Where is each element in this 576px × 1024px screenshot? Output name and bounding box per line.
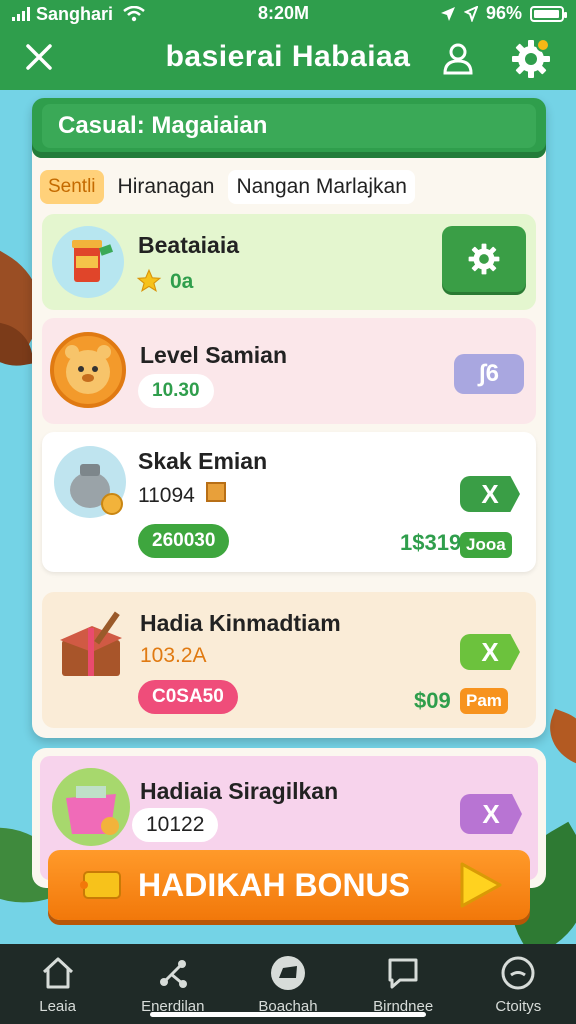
carrier-name: Sanghari [36, 3, 114, 24]
smile-icon [501, 956, 535, 990]
filter-chip[interactable]: Hiranagan [114, 170, 219, 204]
wifi-icon [123, 6, 145, 22]
nav-label: Leaia [39, 998, 76, 1015]
filter-chip[interactable]: Sentli [40, 170, 104, 204]
panel-header: Casual: Magaiaian [32, 98, 546, 158]
nav-label: Ctoitys [495, 998, 542, 1015]
settings-button[interactable] [442, 226, 526, 292]
chat-icon [388, 958, 418, 989]
battery-fill [534, 9, 559, 18]
price-pill: C0SA50 [138, 680, 238, 714]
list-item[interactable]: Skak Emian 11094 260030 X 1$319 Jooa [42, 432, 536, 572]
home-icon [42, 957, 73, 989]
list-item[interactable]: Hadia Kinmadtiam 103.2A C0SA50 X $09 Pam [42, 592, 536, 728]
item-value: 11094 [138, 484, 195, 507]
item-name: Beataiaia [138, 232, 240, 258]
item-value: 0a [170, 270, 194, 293]
gear-icon [468, 243, 500, 275]
notification-dot [536, 38, 550, 52]
app-header: basierai Habaiaa [0, 28, 576, 90]
nav-item-home[interactable]: Leaia [3, 944, 113, 1024]
clock: 8:20M [258, 3, 310, 23]
item-name: Hadiaia Siragilkan [140, 778, 339, 804]
price-pill: 260030 [138, 524, 230, 558]
page-title: basierai Habaiaa [165, 40, 411, 73]
bonus-label: HADIKAH BONUS [138, 866, 410, 903]
item-value: 103.2A [140, 644, 207, 667]
home-indicator [150, 1012, 426, 1017]
item-name: Level Samian [140, 342, 288, 368]
user-icon[interactable] [440, 40, 476, 76]
item-name: Skak Emian [138, 448, 268, 474]
ticket-icon [80, 871, 121, 899]
star-icon [136, 268, 162, 292]
location-icon [440, 6, 455, 21]
share-icon [159, 960, 187, 988]
filter-row: Sentli Hiranagan Nangan Marlajkan [40, 170, 415, 204]
filter-chip[interactable]: Nangan Marlajkan [228, 170, 415, 204]
play-arrow-icon [460, 862, 502, 908]
battery-icon [530, 5, 567, 22]
list-item[interactable]: Level Samian 10.30 ∫6 [42, 318, 536, 424]
signal-icon [12, 7, 30, 21]
bonus-button[interactable]: HADIKAH BONUS [48, 850, 530, 920]
panel-title: Casual: Magaiaian [42, 104, 536, 148]
item-name: Hadia Kinmadtiam [140, 610, 341, 636]
item-value: 10.30 [138, 374, 214, 408]
box-icon [206, 482, 226, 502]
battery-percent: 96% [485, 3, 522, 23]
price-tag: Jooa [460, 532, 512, 558]
nav-item-profile[interactable]: Ctoitys [463, 944, 573, 1024]
list-item[interactable]: Beataiaia 0a [42, 214, 536, 310]
action-button[interactable]: X [460, 794, 522, 834]
box-icon [270, 956, 305, 990]
price-label: $09 [414, 688, 451, 713]
action-button[interactable]: X [460, 476, 520, 512]
drink-cup-icon [52, 226, 124, 298]
action-button[interactable]: ∫6 [454, 354, 524, 394]
pot-icon [54, 446, 126, 518]
signal-arrow-icon [463, 5, 478, 22]
item-value: 10122 [132, 808, 219, 842]
price-label: 1$319 [400, 530, 462, 555]
price-tag: Pam [460, 688, 508, 714]
gift-bag-icon [52, 768, 130, 846]
treasure-chest-icon [52, 606, 132, 686]
bear-icon [50, 332, 126, 408]
status-bar: Sanghari 8:20M 96% [0, 0, 576, 28]
main-panel: Casual: Magaiaian Sentli Hiranagan Nanga… [32, 98, 546, 738]
action-button[interactable]: X [460, 634, 520, 670]
